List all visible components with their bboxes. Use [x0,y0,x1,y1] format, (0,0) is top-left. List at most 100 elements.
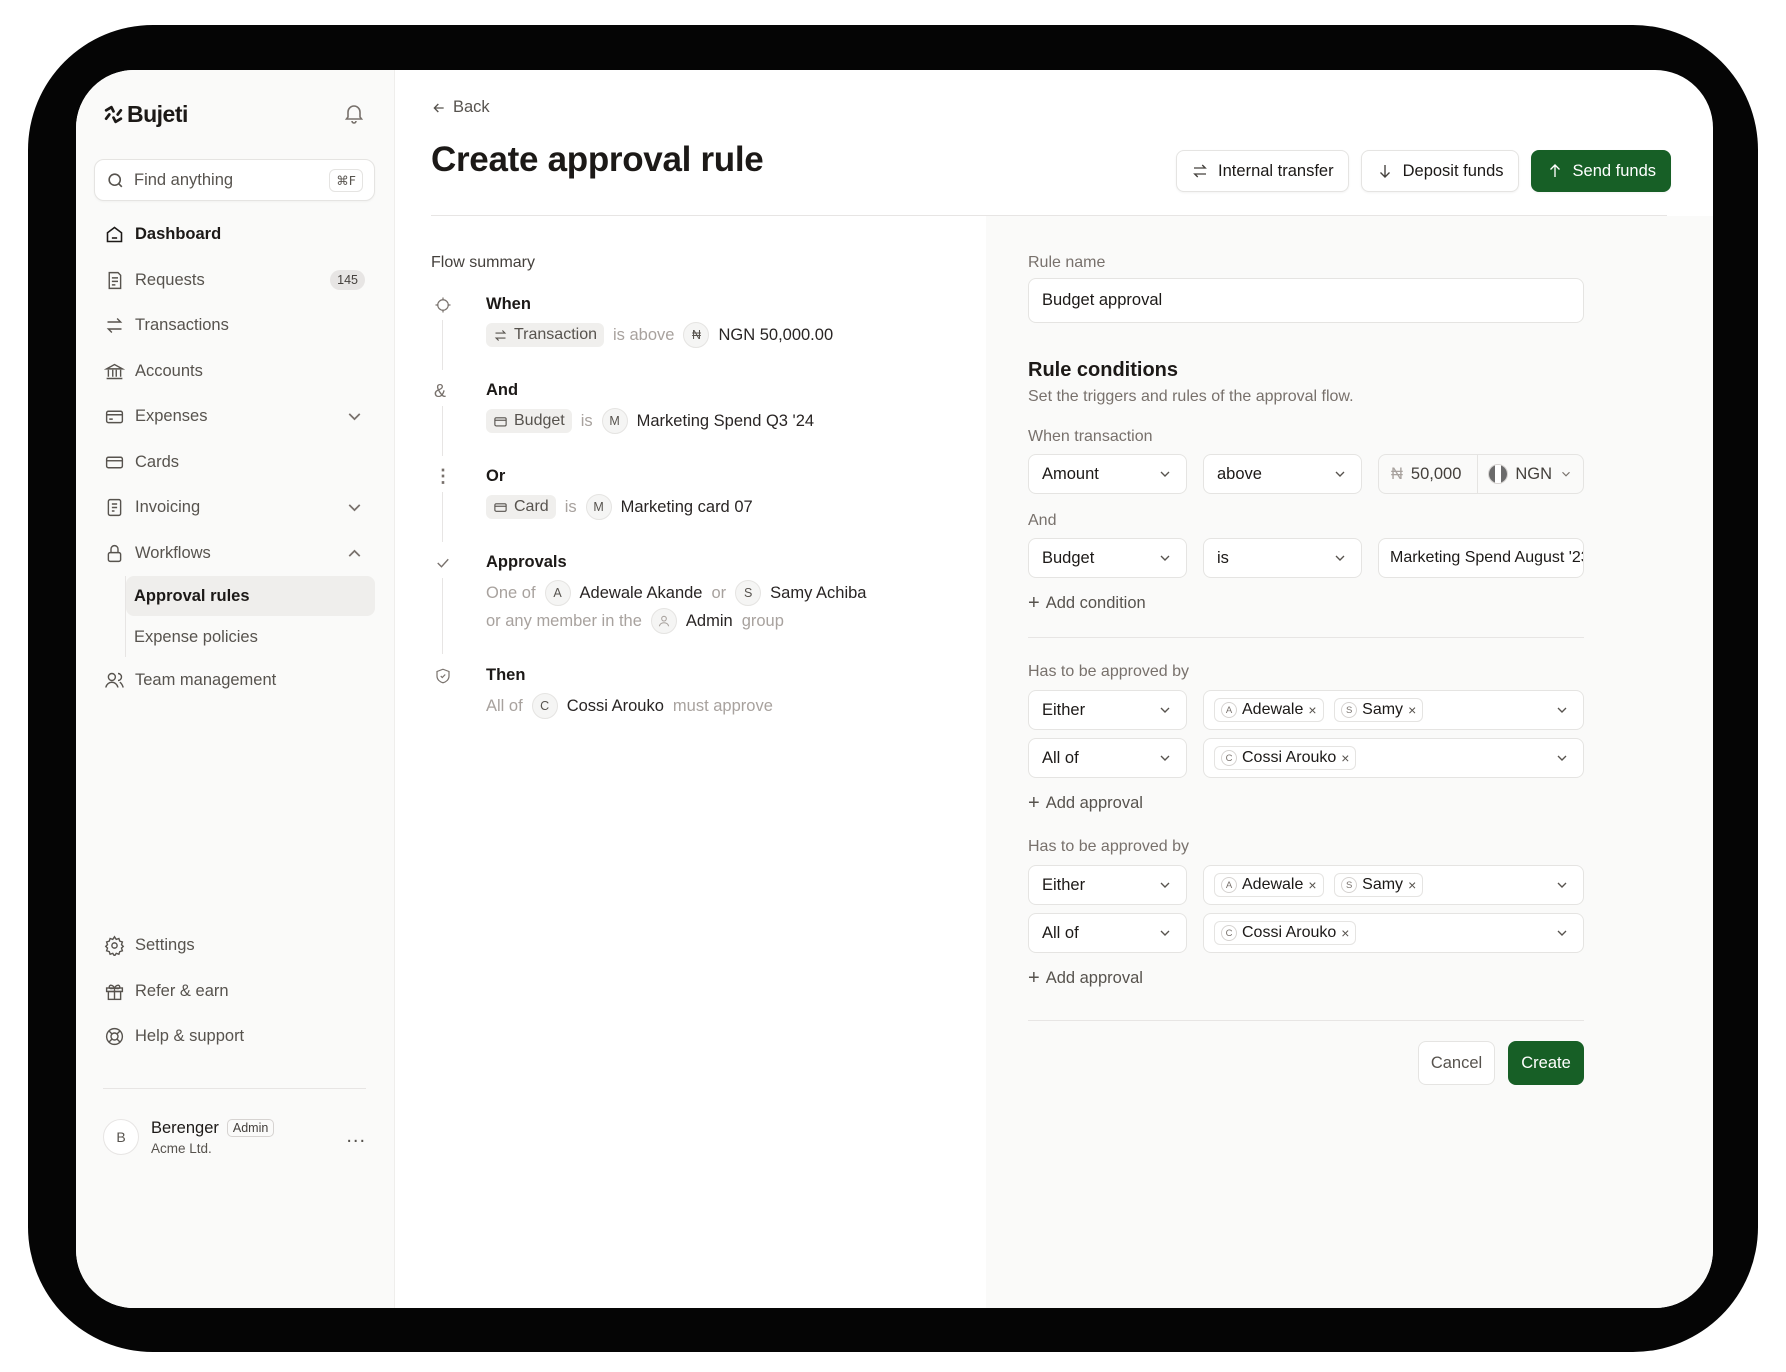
approver-tag: A Adewale × [1214,698,1324,722]
tag-label: Cossi Arouko [1242,749,1337,766]
approvers-multiselect[interactable]: A Adewale × S Samy × [1203,865,1584,905]
bell-icon[interactable] [342,101,366,125]
amount-input[interactable]: ₦ 50,000 [1379,455,1479,493]
sidebar-item-transactions[interactable]: Transactions [94,303,375,349]
remove-tag-icon[interactable]: × [1308,702,1316,718]
wallet-icon [494,416,507,426]
sidebar-item-accounts[interactable]: Accounts [94,349,375,395]
flow-connector [442,320,443,370]
sidebar-item-invoicing[interactable]: Invoicing [94,485,375,531]
avatar: B [103,1119,139,1155]
sidebar-item-requests[interactable]: Requests 145 [94,258,375,304]
rule-name-value: Budget approval [1042,291,1163,309]
card-chip: Card [486,495,556,519]
sidebar-item-label: Workflows [135,543,211,562]
internal-transfer-button[interactable]: Internal transfer [1176,150,1349,192]
requests-count-badge: 145 [330,270,365,291]
user-profile[interactable]: B Berenger Admin Acme Ltd. ... [103,1113,366,1161]
remove-tag-icon[interactable]: × [1341,750,1349,766]
sidebar-subitem-approval-rules[interactable]: Approval rules [126,576,375,616]
approver-tag: S Samy × [1334,873,1424,897]
users-icon [105,673,124,688]
budget-value-select[interactable]: Marketing Spend August '23 [1378,538,1584,578]
chevron-down-icon [348,504,361,512]
internal-transfer-label: Internal transfer [1218,161,1334,180]
select-value: Amount [1042,464,1099,483]
send-funds-button[interactable]: Send funds [1530,150,1671,192]
logo[interactable]: Bujeti [103,101,188,128]
condition-operator-select[interactable]: above [1203,454,1362,494]
card-icon [105,456,124,469]
add-approval-button[interactable]: + Add approval [1028,793,1143,813]
operator-text: is [564,497,577,516]
sidebar-subitem-expense-policies[interactable]: Expense policies [126,617,375,657]
remove-tag-icon[interactable]: × [1408,702,1416,718]
sidebar-item-dashboard[interactable]: Dashboard [94,212,375,258]
condition-operator-select[interactable]: is [1203,538,1362,578]
naira-icon: ₦ [683,322,710,348]
search-input[interactable]: Find anything ⌘F [94,159,375,201]
sidebar-item-refer[interactable]: Refer & earn [94,969,375,1015]
avatar: M [585,494,612,520]
condition-field-select[interactable]: Amount [1028,454,1187,494]
transfer-icon [494,329,507,341]
approver-name: Samy Achiba [770,583,867,602]
more-icon[interactable]: ... [346,1125,366,1148]
flow-connector [442,492,443,542]
nigeria-flag-icon [1488,464,1509,484]
create-button[interactable]: Create [1508,1041,1584,1085]
remove-tag-icon[interactable]: × [1408,877,1416,893]
add-condition-button[interactable]: + Add condition [1028,593,1146,613]
avatar: A [1221,702,1237,718]
arrow-up-icon [1549,164,1560,177]
arrows-icon [106,318,123,334]
sidebar-item-workflows[interactable]: Workflows [94,531,375,577]
flow-summary-title: Flow summary [431,254,536,271]
approval-type-select[interactable]: Either [1028,865,1187,905]
sidebar-item-label: Accounts [135,361,203,380]
cancel-button[interactable]: Cancel [1418,1041,1495,1085]
deposit-funds-button[interactable]: Deposit funds [1360,150,1519,192]
sidebar-item-expenses[interactable]: Expenses [94,394,375,440]
step-detail-group: or any member in the Admin group [486,608,784,634]
rule-name-input[interactable]: Budget approval [1028,278,1584,323]
more-vertical-icon: ⋮ [434,466,452,486]
sidebar-item-settings[interactable]: Settings [94,923,375,969]
amount-value: NGN 50,000.00 [718,325,834,344]
sidebar-item-help[interactable]: Help & support [94,1014,375,1060]
approval-type-select[interactable]: Either [1028,690,1187,730]
remove-tag-icon[interactable]: × [1308,877,1316,893]
approvers-multiselect[interactable]: A Adewale × S Samy × [1203,690,1584,730]
currency-select[interactable]: NGN [1478,455,1583,493]
and-label: And [1028,512,1057,529]
back-label: Back [453,98,490,116]
step-heading: When [486,295,531,313]
condition-field-select[interactable]: Budget [1028,538,1187,578]
avatar: S [1341,877,1358,893]
back-link[interactable]: Back [431,98,490,117]
approver-tag: S Samy × [1334,698,1424,722]
approval-type-select[interactable]: All of [1028,913,1187,953]
rule-form: Rule name Budget approval Rule condition… [986,216,1713,1308]
chip-label: Card [514,498,549,515]
add-approval-button[interactable]: + Add approval [1028,968,1143,988]
approvers-multiselect[interactable]: C Cossi Arouko × [1203,913,1584,953]
approvers-multiselect[interactable]: C Cossi Arouko × [1203,738,1584,778]
approver-tag: C Cossi Arouko × [1214,746,1357,770]
rule-name-label: Rule name [1028,254,1106,271]
page-title: Create approval rule [431,140,764,179]
select-value: above [1217,464,1262,483]
sidebar-item-team-management[interactable]: Team management [94,658,375,704]
arrow-down-icon [1379,165,1390,178]
amount-value: 50,000 [1410,464,1462,483]
plus-icon: + [1028,792,1040,814]
logo-icon [104,105,123,124]
sidebar-item-cards[interactable]: Cards [94,440,375,486]
search-shortcut: ⌘F [329,168,363,192]
flow-summary: Flow summary When Transaction is above ₦… [431,216,986,1308]
sidebar-item-label: Settings [135,936,195,955]
remove-tag-icon[interactable]: × [1341,925,1349,941]
gear-icon [104,935,125,957]
approval-type-select[interactable]: All of [1028,738,1187,778]
step-detail: Card is M Marketing card 07 [486,494,753,520]
